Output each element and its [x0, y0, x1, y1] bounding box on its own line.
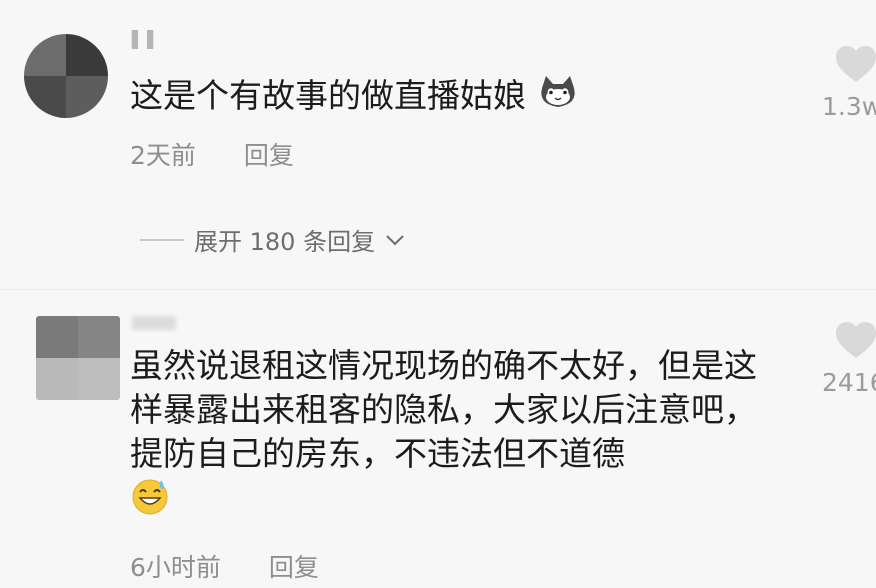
avatar-pixel	[36, 358, 78, 400]
expand-replies-button[interactable]: 展开 180 条回复	[140, 222, 405, 257]
avatar-pixel	[66, 34, 108, 76]
avatar[interactable]	[36, 316, 120, 400]
cat-face-icon	[537, 74, 579, 121]
comment-meta: 6小时前 回复	[130, 548, 319, 584]
avatar-pixel	[24, 34, 66, 76]
username[interactable]: ▌▌	[132, 30, 163, 49]
heart-icon[interactable]	[834, 320, 876, 360]
avatar[interactable]	[24, 34, 108, 118]
comment-item: 虽然说退租这情况现场的确不太好，但是这样暴露出来租客的隐私，大家以后注意吧，提防…	[0, 290, 876, 588]
expand-divider-line	[140, 238, 184, 241]
expand-replies-label: 展开 180 条回复	[194, 228, 376, 256]
comment-text: 虽然说退租这情况现场的确不太好，但是这样暴露出来租客的隐私，大家以后注意吧，提防…	[130, 344, 778, 527]
chevron-down-icon	[386, 234, 404, 245]
comment-time: 2天前	[130, 141, 196, 170]
avatar-pixel	[24, 76, 66, 118]
like-control[interactable]: 2416	[822, 320, 876, 397]
avatar-pixel	[78, 316, 120, 358]
like-count: 1.3w	[822, 92, 876, 121]
reply-button[interactable]: 回复	[244, 136, 294, 172]
comment-item: ▌▌ 这是个有故事的做直播姑娘 2天前 回复 展开 180 条回复 1.3w	[0, 0, 876, 290]
heart-icon[interactable]	[834, 44, 876, 84]
avatar-pixel	[66, 76, 108, 118]
comment-meta: 2天前 回复	[130, 136, 294, 172]
comment-text: 这是个有故事的做直播姑娘	[130, 74, 750, 121]
comment-text-body: 虽然说退租这情况现场的确不太好，但是这样暴露出来租客的隐私，大家以后注意吧，提防…	[130, 346, 757, 473]
comment-text-body: 这是个有故事的做直播姑娘	[130, 76, 526, 115]
like-control[interactable]: 1.3w	[822, 44, 876, 121]
avatar-pixel	[36, 316, 78, 358]
avatar-pixel	[78, 358, 120, 400]
reply-button[interactable]: 回复	[269, 548, 319, 584]
like-count: 2416	[822, 368, 876, 397]
comment-time: 6小时前	[130, 553, 221, 582]
laughing-sweat-icon	[130, 476, 170, 527]
